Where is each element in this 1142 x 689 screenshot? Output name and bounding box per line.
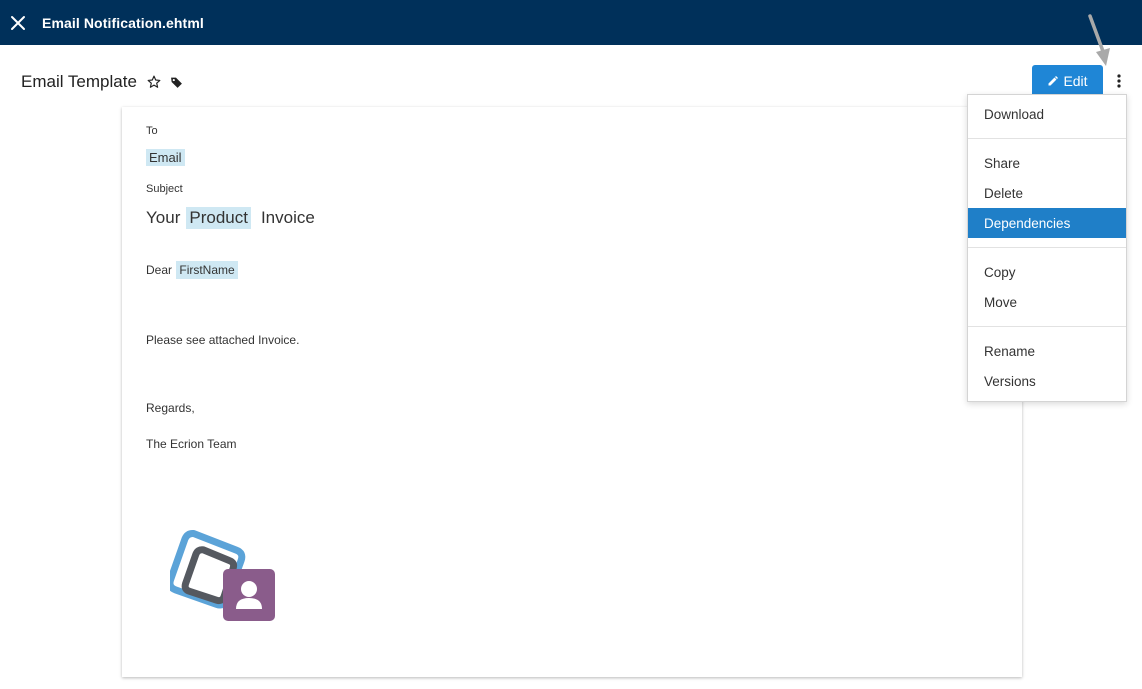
menu-item-dependencies[interactable]: Dependencies: [968, 208, 1126, 238]
edit-button-label: Edit: [1063, 73, 1088, 89]
menu-item-label: Delete: [984, 185, 1024, 201]
edit-button[interactable]: Edit: [1032, 65, 1103, 97]
subject-label: Subject: [146, 183, 183, 195]
body-line: Please see attached Invoice.: [146, 333, 300, 347]
window-title: Email Notification.ehtml: [42, 14, 204, 31]
greeting-line: Dear FirstName: [146, 261, 238, 279]
greeting-text: Dear: [146, 263, 173, 277]
firstname-field-chip: FirstName: [176, 261, 238, 279]
subject-field-chip: Product: [186, 207, 251, 229]
menu-item-label: Copy: [984, 264, 1016, 280]
tag-icon[interactable]: [168, 73, 186, 91]
ecrion-logo-icon: [170, 529, 275, 621]
menu-item-share[interactable]: Share: [968, 148, 1126, 178]
subject-line: Your Product Invoice: [146, 207, 315, 229]
menu-item-versions[interactable]: Versions: [968, 366, 1126, 396]
menu-item-label: Download: [984, 106, 1045, 122]
email-template-preview: To Email Subject Your Product Invoice De…: [122, 107, 1022, 677]
menu-divider: [968, 138, 1126, 139]
menu-item-copy[interactable]: Copy: [968, 257, 1126, 287]
menu-item-move[interactable]: Move: [968, 287, 1126, 317]
page-header: Email Template: [21, 71, 186, 93]
menu-item-delete[interactable]: Delete: [968, 178, 1126, 208]
subject-prefix: Your: [146, 208, 181, 227]
regards-line: Regards,: [146, 401, 195, 415]
menu-item-rename[interactable]: Rename: [968, 336, 1126, 366]
top-bar: Email Notification.ehtml: [0, 0, 1142, 45]
arrow-pointer-icon: [1088, 14, 1110, 66]
star-outline-icon[interactable]: [145, 73, 163, 91]
to-label: To: [146, 125, 158, 137]
menu-item-label: Share: [984, 155, 1021, 171]
subject-suffix: Invoice: [260, 208, 315, 227]
more-options-menu: Download Share Delete Dependencies Copy …: [967, 94, 1127, 402]
to-field-chip: Email: [146, 149, 185, 166]
kebab-menu-icon: [1117, 74, 1121, 88]
page-title: Email Template: [21, 72, 137, 91]
menu-item-download[interactable]: Download: [968, 99, 1126, 129]
menu-divider: [968, 247, 1126, 248]
close-button[interactable]: [0, 0, 36, 45]
pencil-icon: [1048, 76, 1059, 86]
menu-divider: [968, 326, 1126, 327]
menu-item-label: Rename: [984, 343, 1036, 359]
menu-item-label: Versions: [984, 373, 1036, 389]
signature-line: The Ecrion Team: [146, 437, 237, 451]
more-options-button[interactable]: [1111, 70, 1127, 92]
menu-item-label: Move: [984, 294, 1018, 310]
close-icon: [11, 15, 25, 30]
menu-item-label: Dependencies: [984, 215, 1071, 231]
